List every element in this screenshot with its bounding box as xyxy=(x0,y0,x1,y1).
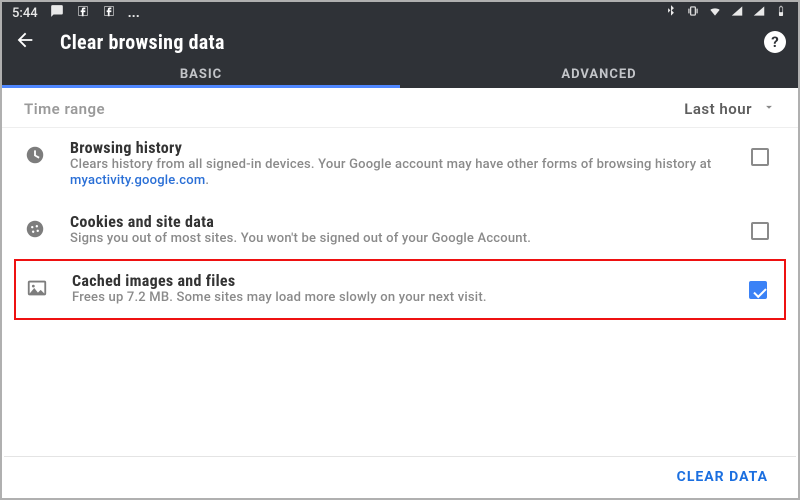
help-icon[interactable]: ? xyxy=(764,31,786,53)
chat-icon xyxy=(50,4,64,22)
option-title: Cached images and files xyxy=(72,271,732,290)
time-range-label: Time range xyxy=(24,100,105,118)
option-cookies[interactable]: Cookies and site data Signs you out of m… xyxy=(2,202,798,259)
status-bar: 5:44 ... xyxy=(2,2,798,24)
time-range-value: Last hour xyxy=(684,100,752,118)
tab-basic-label: BASIC xyxy=(180,67,222,82)
checkbox-cookies[interactable] xyxy=(751,222,769,240)
option-desc: Frees up 7.2 MB. Some sites may load mor… xyxy=(72,290,732,306)
battery-icon xyxy=(774,4,788,22)
option-title: Browsing history xyxy=(70,138,734,157)
tabs: BASIC ADVANCED xyxy=(2,60,798,88)
cookie-icon xyxy=(24,218,64,244)
options-list: Browsing history Clears history from all… xyxy=(2,128,798,320)
clear-data-button[interactable]: CLEAR DATA xyxy=(677,469,768,485)
facebook-icon xyxy=(102,4,116,22)
footer-bar: CLEAR DATA xyxy=(4,456,796,496)
facebook-icon xyxy=(76,4,90,22)
signal-icon xyxy=(752,4,766,22)
option-browsing-history[interactable]: Browsing history Clears history from all… xyxy=(2,128,798,202)
image-icon xyxy=(26,277,66,303)
page-title: Clear browsing data xyxy=(60,30,225,54)
option-desc: Signs you out of most sites. You won't b… xyxy=(70,231,734,247)
tab-basic[interactable]: BASIC xyxy=(2,60,400,88)
vibrate-icon xyxy=(686,4,700,22)
tab-advanced-label: ADVANCED xyxy=(561,67,636,82)
checkbox-cached[interactable] xyxy=(749,281,767,299)
title-bar: Clear browsing data ? xyxy=(2,24,798,60)
more-icon: ... xyxy=(128,5,140,21)
dropdown-icon xyxy=(762,99,776,118)
option-cached[interactable]: Cached images and files Frees up 7.2 MB.… xyxy=(16,261,784,318)
checkbox-browsing-history[interactable] xyxy=(751,148,769,166)
back-icon[interactable] xyxy=(14,29,36,55)
time-range-row[interactable]: Time range Last hour xyxy=(2,90,798,128)
highlighted-option: Cached images and files Frees up 7.2 MB.… xyxy=(14,259,786,320)
wifi-icon xyxy=(708,4,722,22)
signal-icon xyxy=(730,4,744,22)
option-desc: Clears history from all signed-in device… xyxy=(70,157,734,190)
myactivity-link[interactable]: myactivity.google.com xyxy=(70,173,205,188)
bluetooth-icon xyxy=(664,4,678,22)
tab-advanced[interactable]: ADVANCED xyxy=(400,60,798,88)
status-time: 5:44 xyxy=(12,6,38,21)
option-title: Cookies and site data xyxy=(70,212,734,231)
history-icon xyxy=(24,144,64,170)
